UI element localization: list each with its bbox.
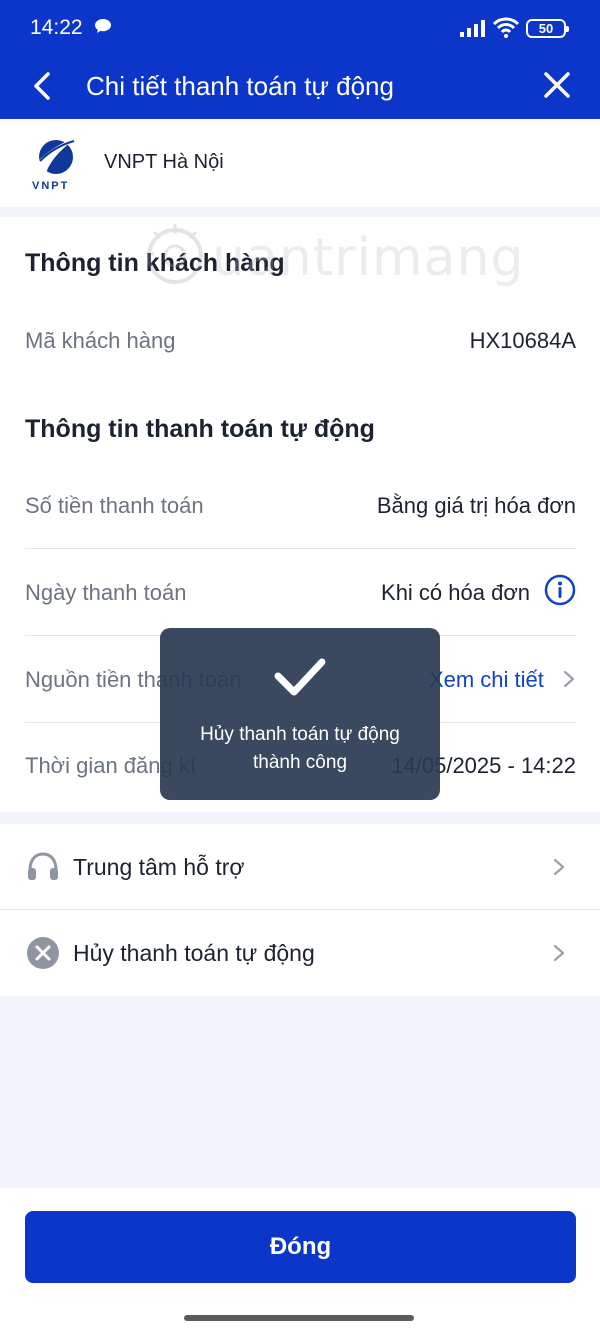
toast-message-line2: thành công [252,752,348,773]
headset-icon [28,852,58,880]
chevron-right-icon [563,670,575,688]
payment-date-row: Ngày thanh toán Khi có hóa đơn [25,550,576,636]
wifi-icon [492,17,520,38]
status-bar: 14:22 50 [0,0,600,56]
customer-id-row: Mã khách hàng HX10684A [25,298,576,384]
payment-date-value: Khi có hóa đơn [381,580,530,605]
chat-bubble-icon [95,19,111,33]
page-title: Chi tiết thanh toán tự động [86,71,394,101]
chevron-right-icon [553,858,565,876]
close-button[interactable]: Đóng [25,1211,576,1283]
customer-info-title: Thông tin khách hàng [25,249,285,277]
provider-name: VNPT Hà Nội [104,151,224,173]
payment-source-link[interactable]: Xem chi tiết [429,667,576,693]
vnpt-logo: VNPT [30,133,82,195]
customer-id-value: HX10684A [469,328,576,353]
cancel-auto-payment-item[interactable]: Hủy thanh toán tự động [0,910,600,996]
support-center-label: Trung tâm hỗ trợ [73,854,245,880]
back-arrow-icon[interactable] [22,66,66,106]
app-header: 14:22 50 Chi tiết thanh toán tự động [0,0,600,119]
info-icon[interactable] [544,574,576,606]
customer-id-label: Mã khách hàng [25,328,176,353]
vnpt-logo-icon [36,137,78,174]
payment-amount-label: Số tiền thanh toán [25,493,204,518]
success-toast: Hủy thanh toán tự động thành công [160,628,440,800]
toast-message-line1: Hủy thanh toán tự động [200,724,400,745]
home-indicator[interactable] [184,1315,414,1321]
payment-amount-value: Bằng giá trị hóa đơn [376,493,576,518]
status-time: 14:22 [30,16,83,39]
vnpt-logo-text: VNPT [32,180,70,192]
cancel-auto-payment-label: Hủy thanh toán tự động [73,940,315,966]
cancel-circle-icon [27,937,59,969]
support-center-item[interactable]: Trung tâm hỗ trợ [0,824,600,910]
bottom-bar: Đóng [0,1188,600,1333]
close-icon[interactable] [536,66,578,106]
battery-indicator: 50 [526,19,569,38]
payment-date-label: Ngày thanh toán [25,580,187,605]
provider-header: VNPT VNPT Hà Nội [0,119,600,207]
chevron-right-icon [553,944,565,962]
view-details-link[interactable]: Xem chi tiết [429,667,544,692]
action-menu: Trung tâm hỗ trợ Hủy thanh toán tự động [0,824,600,996]
checkmark-icon [274,658,326,696]
payment-amount-row: Số tiền thanh toán Bằng giá trị hóa đơn [25,463,576,549]
auto-payment-info-title: Thông tin thanh toán tự động [25,415,375,443]
signal-icon [460,20,485,37]
